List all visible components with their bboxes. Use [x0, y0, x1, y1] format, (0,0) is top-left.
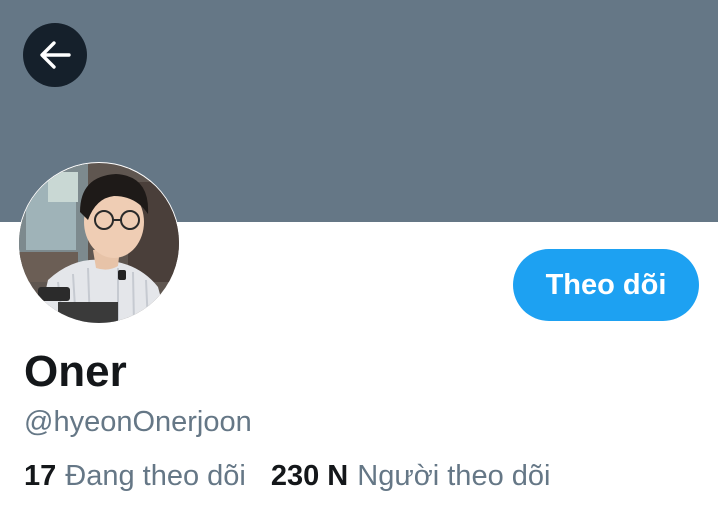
profile-page: Theo dõi Oner @hyeonOnerjoon 17 Đang the… — [0, 0, 718, 510]
followers-label: Người theo dõi — [357, 460, 551, 492]
avatar[interactable] — [18, 162, 180, 324]
avatar-photo — [19, 163, 179, 323]
back-button[interactable] — [23, 23, 87, 87]
following-count: 17 — [24, 460, 57, 492]
user-handle: @hyeonOnerjoon — [24, 406, 252, 438]
arrow-left-icon — [40, 41, 71, 69]
profile-stats: 17 Đang theo dõi 230 N Người theo dõi — [24, 458, 550, 494]
follow-button[interactable]: Theo dõi — [513, 249, 699, 321]
following-label: Đang theo dõi — [65, 460, 246, 492]
following-stat[interactable]: 17 Đang theo dõi — [24, 458, 246, 494]
followers-count: 230 N — [270, 460, 349, 492]
followers-stat[interactable]: 230 N Người theo dõi — [271, 458, 551, 494]
display-name: Oner — [24, 347, 127, 396]
